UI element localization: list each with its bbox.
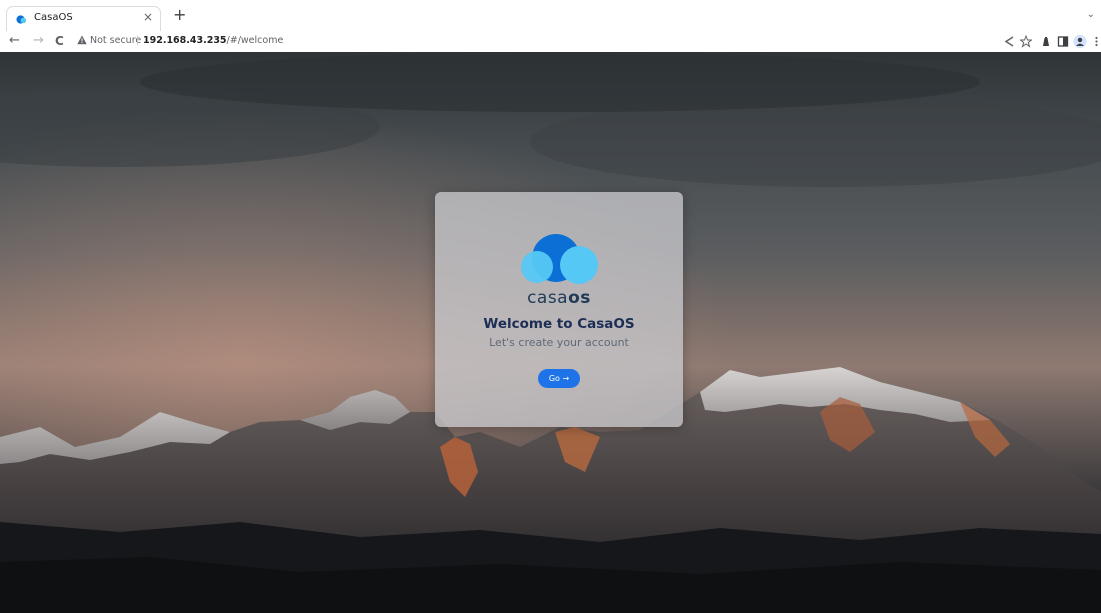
casaos-wordmark: casaos: [435, 288, 683, 308]
url-path: /#/welcome: [226, 35, 284, 46]
tab-close-icon[interactable]: ×: [143, 10, 153, 24]
welcome-title: Welcome to CasaOS: [483, 316, 635, 332]
reload-button[interactable]: C: [55, 32, 64, 50]
tab-search-icon[interactable]: ⌄: [1087, 9, 1095, 20]
security-label[interactable]: Not secure: [90, 35, 141, 46]
new-tab-button[interactable]: +: [173, 6, 186, 24]
profile-icon[interactable]: [1073, 34, 1087, 49]
menu-icon[interactable]: [1094, 34, 1099, 49]
welcome-card: casaos Welcome to CasaOS Let's create yo…: [435, 192, 683, 427]
browser-toolbar: ← → C Not secure | 192.168.43.235/#/welc…: [0, 31, 1101, 52]
back-button[interactable]: ←: [9, 32, 20, 50]
casaos-logo-icon: [521, 234, 598, 284]
bookmark-star-icon[interactable]: [1020, 34, 1032, 49]
share-icon[interactable]: [1003, 34, 1015, 49]
casaos-logo-icon: [16, 15, 27, 24]
url-host: 192.168.43.235: [143, 35, 227, 46]
forward-button[interactable]: →: [33, 32, 44, 50]
warning-triangle-icon[interactable]: [77, 35, 87, 45]
go-button[interactable]: Go →: [538, 369, 580, 388]
welcome-subtitle: Let's create your account: [489, 336, 629, 349]
page-viewport: casaos Welcome to CasaOS Let's create yo…: [0, 52, 1101, 613]
tab-title: CasaOS: [34, 12, 73, 23]
browser-tab[interactable]: CasaOS ×: [6, 6, 161, 31]
wordmark-bold: os: [568, 288, 591, 308]
browser-tab-strip: CasaOS × + ⌄: [0, 0, 1101, 31]
side-panel-icon[interactable]: [1057, 34, 1069, 49]
address-bar[interactable]: 192.168.43.235/#/welcome: [143, 35, 283, 46]
extension-icon[interactable]: [1040, 34, 1052, 49]
wordmark-light: casa: [527, 288, 569, 308]
omnibox-separator: |: [136, 35, 140, 46]
